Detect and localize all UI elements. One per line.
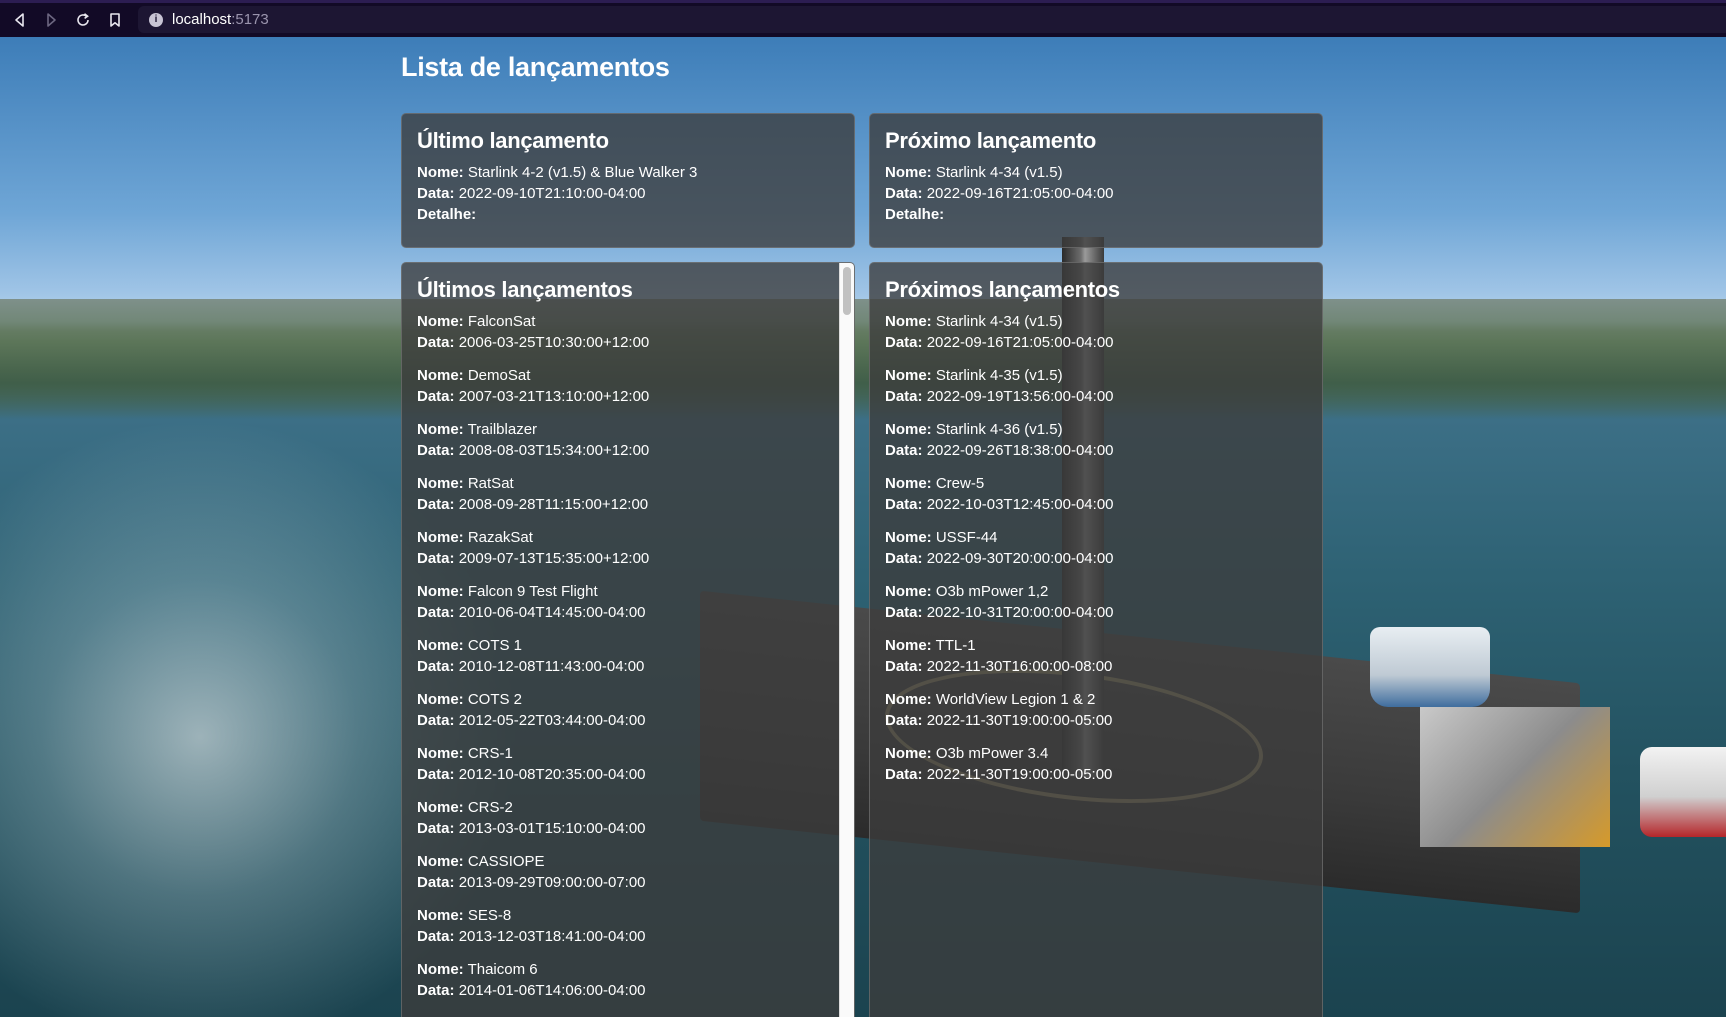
list-item: Nome: DemoSat Data: 2007-03-21T13:10:00+1… bbox=[417, 367, 650, 405]
background-photo bbox=[0, 37, 1726, 1017]
next-launch-card: Próximo lançamento Nome: Starlink 4-34 (… bbox=[869, 113, 1323, 248]
list-item: Nome: Falcon 9 Test Flight Data: 2010-06-… bbox=[417, 583, 646, 621]
last-launch-heading: Último lançamento bbox=[417, 128, 609, 153]
list-item: Nome: WorldView Legion 1 & 2 Data: 2022-1… bbox=[885, 691, 1113, 729]
reload-icon[interactable] bbox=[72, 9, 94, 31]
list-item: Nome: SES-8 Data: 2013-12-03T18:41:00-04:… bbox=[417, 907, 646, 945]
url-text: localhost:5173 bbox=[172, 11, 269, 28]
scrollbar-thumb[interactable] bbox=[843, 267, 851, 315]
browser-toolbar: i localhost:5173 bbox=[0, 0, 1726, 37]
next-launch-name: Nome: Starlink 4-34 (v1.5) bbox=[885, 164, 1063, 181]
list-item: Nome: USSF-44 Data: 2022-09-30T20:00:00-0… bbox=[885, 529, 1114, 567]
past-launches-scrollbar[interactable] bbox=[839, 263, 854, 1017]
past-launches-list: Nome: FalconSat Data: 2006-03-25T10:30:00… bbox=[417, 311, 834, 1001]
list-item: Nome: Starlink 4-36 (v1.5) Data: 2022-09-… bbox=[885, 421, 1114, 459]
list-item: Nome: Trailblazer Data: 2008-08-03T15:34:… bbox=[417, 421, 650, 459]
next-launch-heading: Próximo lançamento bbox=[885, 128, 1096, 153]
upcoming-launches-heading: Próximos lançamentos bbox=[885, 277, 1120, 302]
page-title: Lista de lançamentos bbox=[401, 52, 670, 82]
shoreline bbox=[0, 299, 1726, 419]
upcoming-launches-card: Próximos lançamentos Nome: Starlink 4-34… bbox=[869, 262, 1323, 1017]
last-launch-card: Último lançamento Nome: Starlink 4-2 (v1… bbox=[401, 113, 855, 248]
list-item: Nome: CRS-2 Data: 2013-03-01T15:10:00-04:… bbox=[417, 799, 646, 837]
list-item: Nome: Starlink 4-35 (v1.5) Data: 2022-09-… bbox=[885, 367, 1114, 405]
list-item: Nome: RazakSat Data: 2009-07-13T15:35:00+… bbox=[417, 529, 650, 567]
past-launches-heading: Últimos lançamentos bbox=[417, 277, 633, 302]
upcoming-launches-list: Nome: Starlink 4-34 (v1.5) Data: 2022-09-… bbox=[885, 311, 1302, 785]
list-item: Nome: Thaicom 6 Data: 2014-01-06T14:06:00… bbox=[417, 961, 646, 999]
list-item: Nome: CASSIOPE Data: 2013-09-29T09:00:00-… bbox=[417, 853, 646, 891]
list-item: Nome: Crew-5 Data: 2022-10-03T12:45:00-04… bbox=[885, 475, 1114, 513]
tug-boat bbox=[1370, 627, 1490, 707]
list-item: Nome: FalconSat Data: 2006-03-25T10:30:00… bbox=[417, 313, 650, 351]
list-item: Nome: Starlink 4-34 (v1.5) Data: 2022-09-… bbox=[885, 313, 1114, 351]
last-launch-name: Nome: Starlink 4-2 (v1.5) & Blue Walker … bbox=[417, 164, 698, 181]
next-launch-date: Data: 2022-09-16T21:05:00-04:00 bbox=[885, 185, 1114, 202]
address-bar[interactable]: i localhost:5173 bbox=[138, 6, 1726, 33]
list-item: Nome: COTS 2 Data: 2012-05-22T03:44:00-04… bbox=[417, 691, 646, 729]
list-item: Nome: COTS 1 Data: 2010-12-08T11:43:00-04… bbox=[417, 637, 645, 675]
list-item: Nome: O3b mPower 1,2 Data: 2022-10-31T20:… bbox=[885, 583, 1114, 621]
last-launch-date: Data: 2022-09-10T21:10:00-04:00 bbox=[417, 185, 646, 202]
list-item: Nome: RatSat Data: 2008-09-28T11:15:00+12… bbox=[417, 475, 649, 513]
back-icon[interactable] bbox=[9, 9, 31, 31]
list-item: Nome: TTL-1 Data: 2022-11-30T16:00:00-08:… bbox=[885, 637, 1113, 675]
list-item: Nome: O3b mPower 3.4 Data: 2022-11-30T19:… bbox=[885, 745, 1113, 783]
red-boat bbox=[1640, 747, 1726, 837]
last-launch-detail: Detalhe: bbox=[417, 206, 477, 223]
forward-icon[interactable] bbox=[40, 9, 62, 31]
list-item: Nome: CRS-1 Data: 2012-10-08T20:35:00-04:… bbox=[417, 745, 646, 783]
bookmark-icon[interactable] bbox=[104, 9, 126, 31]
past-launches-card[interactable]: Últimos lançamentos Nome: FalconSat Data:… bbox=[401, 262, 855, 1017]
next-launch-detail: Detalhe: bbox=[885, 206, 945, 223]
deck-cargo bbox=[1420, 707, 1610, 847]
site-info-icon[interactable]: i bbox=[149, 12, 163, 27]
